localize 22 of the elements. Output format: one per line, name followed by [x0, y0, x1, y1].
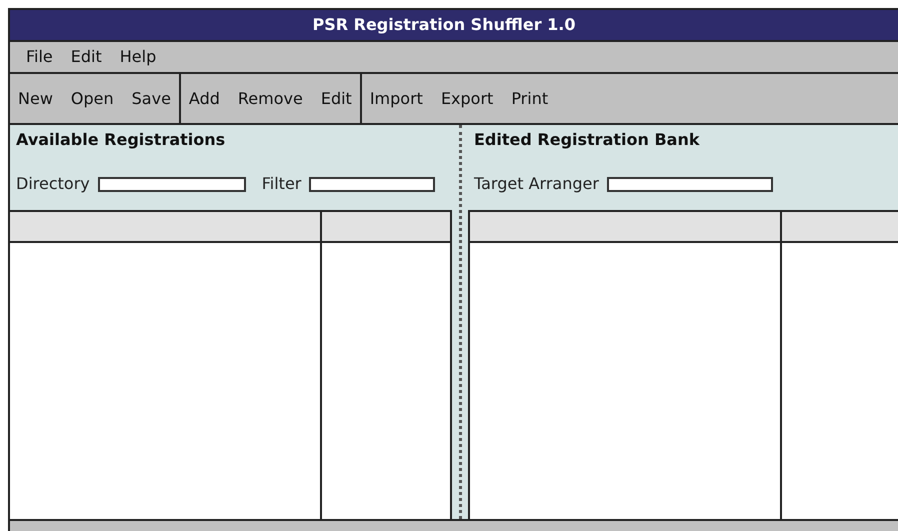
- field-label: Target Arranger: [474, 173, 599, 195]
- window-title: PSR Registration Shuffler 1.0: [312, 14, 576, 36]
- toolbar-button[interactable]: Save: [132, 86, 171, 110]
- toolbar-button[interactable]: Remove: [238, 86, 303, 110]
- menu-item[interactable]: Help: [120, 45, 156, 69]
- toolbar-button[interactable]: Edit: [320, 86, 352, 110]
- toolbar-button[interactable]: Print: [511, 86, 548, 110]
- panel-heading: Edited Registration Bank: [474, 129, 701, 151]
- toolbar-button[interactable]: Add: [188, 86, 220, 110]
- toolbar-button[interactable]: Open: [70, 86, 114, 110]
- field-label: Filter: [262, 173, 302, 195]
- toolbar-button[interactable]: Import: [370, 86, 423, 110]
- menu-item[interactable]: Edit: [70, 45, 102, 69]
- menu-item[interactable]: File: [26, 45, 53, 69]
- panel-heading: Available Registrations: [16, 129, 226, 151]
- input-field[interactable]: [98, 176, 246, 192]
- input-field[interactable]: [606, 176, 773, 192]
- input-field[interactable]: [309, 176, 436, 192]
- field-label: Directory: [16, 173, 90, 195]
- toolbar-button[interactable]: New: [18, 86, 53, 110]
- toolbar-button[interactable]: Export: [440, 86, 494, 110]
- splitter-handle[interactable]: [452, 125, 468, 519]
